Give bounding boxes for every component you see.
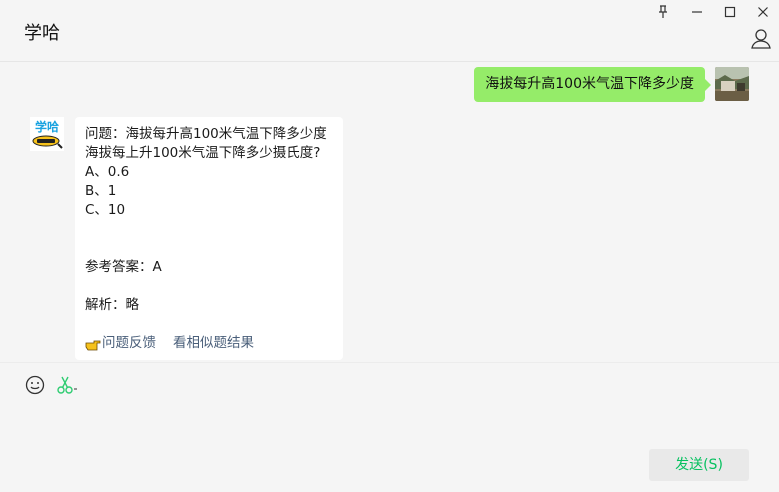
question-title: 问题：海拔每升高100米气温下降多少度 (85, 126, 327, 142)
feedback-link[interactable]: 问题反馈 (85, 334, 156, 353)
emoji-button[interactable] (25, 375, 45, 395)
minimize-icon (692, 11, 702, 13)
profile-button[interactable] (750, 28, 772, 50)
title-bar: 学哈 (0, 0, 779, 62)
emoji-icon (25, 375, 45, 395)
reference-answer: 参考答案：A (85, 259, 162, 275)
pin-button[interactable] (652, 3, 674, 21)
bot-message-bubble[interactable]: 问题：海拔每升高100米气温下降多少度 海拔每上升100米气温下降多少摄氏度? … (75, 117, 343, 360)
scissors-icon (57, 376, 77, 394)
feedback-link-label[interactable]: 问题反馈 (102, 334, 156, 353)
svg-text:学哈: 学哈 (35, 119, 59, 134)
input-area[interactable]: 发送(S) (0, 362, 779, 492)
close-icon (758, 7, 768, 17)
message-links: 问题反馈 看相似题结果 (85, 334, 254, 353)
maximize-button[interactable] (719, 3, 741, 21)
pointing-hand-icon (85, 340, 101, 350)
close-button[interactable] (752, 3, 774, 21)
minimize-button[interactable] (686, 3, 708, 21)
question-text: 海拔每上升100米气温下降多少摄氏度? (85, 145, 321, 161)
user-avatar-image (715, 67, 749, 101)
user-message-bubble[interactable]: 海拔每升高100米气温下降多少度 (474, 67, 711, 102)
pin-icon (659, 5, 667, 18)
person-icon (751, 29, 771, 49)
similar-questions-link[interactable]: 看相似题结果 (173, 334, 254, 353)
analysis: 解析：略 (85, 297, 139, 313)
user-avatar[interactable] (715, 67, 749, 101)
option-a: A、0.6 (85, 164, 130, 180)
option-b: B、1 (85, 183, 117, 199)
send-button[interactable]: 发送(S) (649, 449, 749, 481)
option-c: C、10 (85, 202, 126, 218)
maximize-icon (724, 6, 736, 18)
chat-area[interactable]: 海拔每升高100米气温下降多少度 学哈 问题：海拔每升高100米气温下降多少度 … (0, 62, 779, 362)
window-title: 学哈 (24, 23, 60, 44)
screenshot-button[interactable] (56, 375, 80, 395)
bot-avatar[interactable]: 学哈 (30, 117, 64, 151)
xueha-logo: 学哈 (30, 117, 64, 151)
